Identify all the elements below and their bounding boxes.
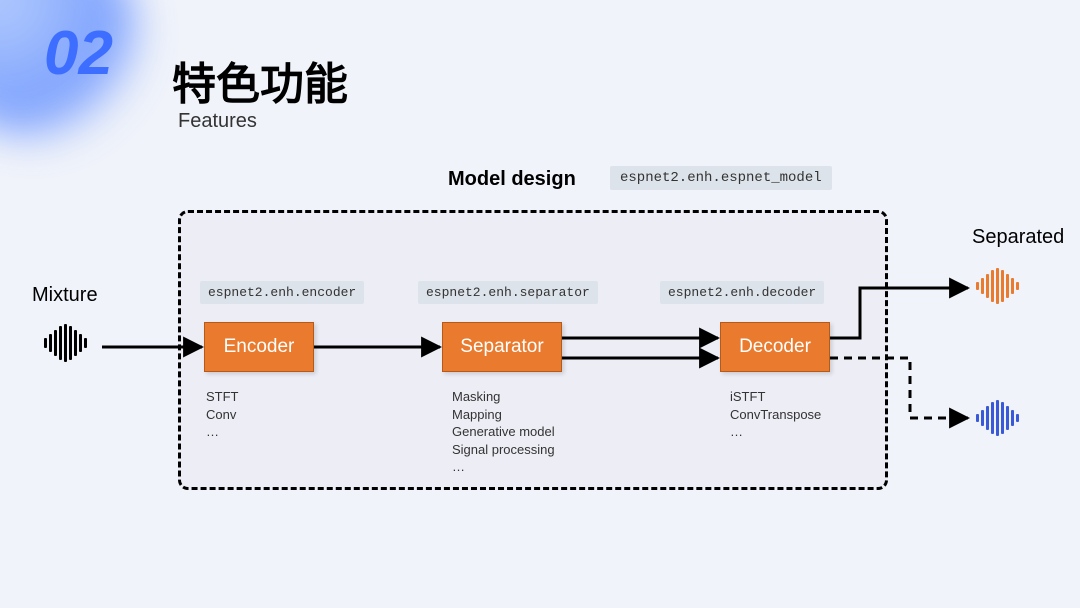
page-title-cn: 特色功能 [172, 48, 348, 112]
page-title-en: Features [178, 110, 257, 133]
decoder-module-tag: espnet2.enh.decoder [660, 281, 824, 304]
encoder-block: Encoder [204, 322, 314, 372]
waveform-separated-2-icon [976, 400, 1019, 436]
decoder-subtext: iSTFTConvTranspose… [730, 388, 821, 441]
model-design-code: espnet2.enh.espnet_model [610, 166, 832, 190]
model-design-label: Model design [448, 168, 576, 191]
separated-label: Separated [972, 226, 1064, 249]
encoder-module-tag: espnet2.enh.encoder [200, 281, 364, 304]
encoder-subtext: STFTConv… [206, 388, 239, 441]
waveform-separated-1-icon [976, 268, 1019, 304]
separator-module-tag: espnet2.enh.separator [418, 281, 598, 304]
separator-subtext: MaskingMappingGenerative modelSignal pro… [452, 388, 555, 476]
decoder-block: Decoder [720, 322, 830, 372]
separator-block: Separator [442, 322, 562, 372]
waveform-mixture-icon [44, 324, 87, 362]
mixture-label: Mixture [32, 284, 98, 307]
section-number: 02 [44, 18, 113, 89]
